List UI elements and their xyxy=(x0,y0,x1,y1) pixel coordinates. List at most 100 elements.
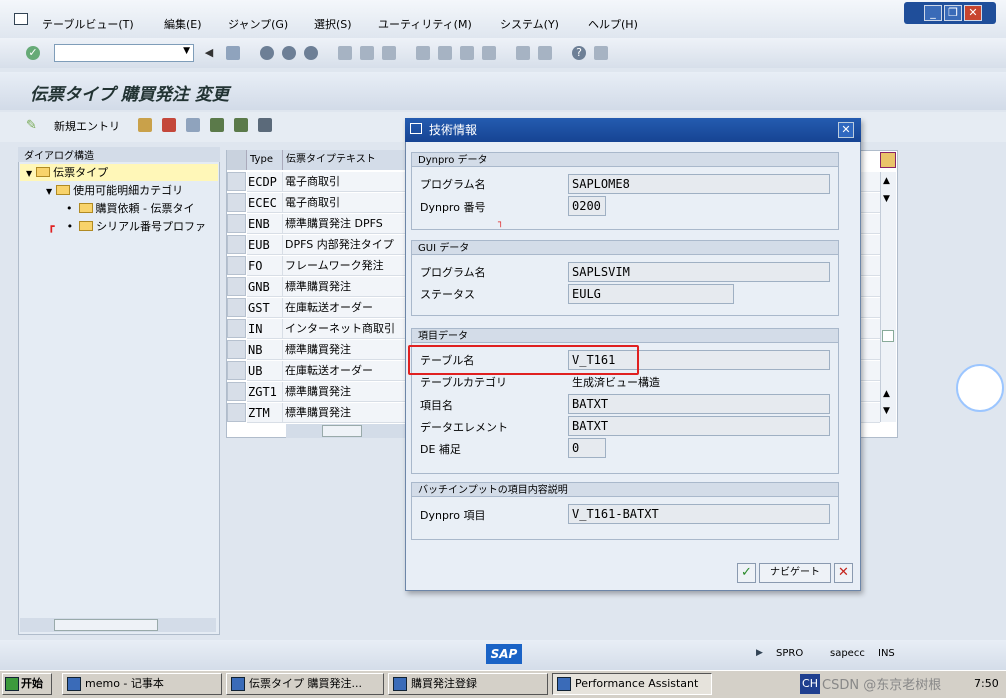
cell-text[interactable]: 電子商取引 xyxy=(283,193,405,213)
cell-type[interactable]: EUB xyxy=(247,235,283,255)
data-element-field[interactable]: BATXT xyxy=(568,416,830,436)
chevron-down-icon[interactable]: ▼ xyxy=(183,46,190,56)
table-vscrollbar[interactable] xyxy=(880,172,896,422)
tree-scroll-thumb[interactable] xyxy=(54,619,158,631)
cell-extra[interactable] xyxy=(860,298,880,318)
cell-text[interactable]: 標準購買発注 xyxy=(283,277,405,297)
command-field[interactable]: ▼ xyxy=(54,44,194,62)
layout-icon[interactable] xyxy=(594,46,608,60)
cancel-icon[interactable] xyxy=(304,46,318,60)
scroll-thumb[interactable] xyxy=(882,330,894,342)
enter-icon[interactable]: ✓ xyxy=(26,46,40,60)
row-selector[interactable] xyxy=(227,340,246,359)
confirm-button[interactable]: ✓ xyxy=(737,563,756,583)
collapse-icon[interactable]: ◀ xyxy=(202,46,216,60)
cell-extra[interactable] xyxy=(860,361,880,381)
gui-status-field[interactable]: EULG xyxy=(568,284,734,304)
menu-system[interactable]: システム(Y) xyxy=(500,16,559,32)
cell-extra[interactable] xyxy=(860,235,880,255)
row-selector[interactable] xyxy=(227,256,246,275)
cell-type[interactable]: IN xyxy=(247,319,283,339)
row-selector[interactable] xyxy=(227,235,246,254)
row-selector[interactable] xyxy=(227,277,246,296)
table-hscroll-thumb[interactable] xyxy=(322,425,362,437)
cancel-button[interactable]: ✕ xyxy=(834,563,853,583)
dynpro-program-field[interactable]: SAPLOME8 xyxy=(568,174,830,194)
row-selector[interactable] xyxy=(227,214,246,233)
gui-program-field[interactable]: SAPLSVIM xyxy=(568,262,830,282)
cell-text[interactable]: インターネット商取引 xyxy=(283,319,405,339)
de-supplement-field[interactable]: 0 xyxy=(568,438,606,458)
cell-text[interactable]: DPFS 内部発注タイプ xyxy=(283,235,405,255)
select-block-icon[interactable] xyxy=(234,118,248,132)
cell-extra[interactable] xyxy=(860,256,880,276)
first-page-icon[interactable] xyxy=(416,46,430,60)
task-sap-po-create[interactable]: 購買発注登録 xyxy=(388,673,548,695)
column-header-type[interactable]: Type xyxy=(247,150,283,170)
cell-extra[interactable] xyxy=(860,340,880,360)
task-performance-assistant[interactable]: Performance Assistant xyxy=(552,673,712,695)
cell-type[interactable]: UB xyxy=(247,361,283,381)
task-sap-doc-type[interactable]: 伝票タイプ 購買発注... xyxy=(226,673,384,695)
row-selector[interactable] xyxy=(227,361,246,380)
tree-node-purchase-requisition[interactable]: • 購買依頼 - 伝票タイ xyxy=(20,200,194,217)
scroll-down-icon[interactable]: ▼ xyxy=(883,194,890,204)
dynpro-field-value[interactable]: V_T161-BATXT xyxy=(568,504,830,524)
language-indicator[interactable]: CH xyxy=(800,674,820,694)
cell-type[interactable]: GNB xyxy=(247,277,283,297)
next-page-icon[interactable] xyxy=(460,46,474,60)
cell-type[interactable]: NB xyxy=(247,340,283,360)
cell-extra[interactable] xyxy=(860,193,880,213)
minimize-button[interactable]: _ xyxy=(924,5,942,21)
delete-icon[interactable] xyxy=(162,118,176,132)
row-selector[interactable] xyxy=(227,403,246,422)
menu-table-view[interactable]: テーブルビュー(T) xyxy=(42,16,134,32)
scroll-up-icon[interactable]: ▲ xyxy=(883,176,890,186)
cell-text[interactable]: 標準購買発注 xyxy=(283,403,405,423)
row-selector[interactable] xyxy=(227,172,246,191)
menu-goto[interactable]: ジャンプ(G) xyxy=(228,16,288,32)
scroll-down-icon[interactable]: ▼ xyxy=(883,406,890,416)
tree-node-item-category[interactable]: ▼ 使用可能明細カテゴリ xyxy=(20,182,183,199)
cell-extra[interactable] xyxy=(860,382,880,402)
cell-extra[interactable] xyxy=(860,277,880,297)
cell-type[interactable]: ECDP xyxy=(247,172,283,192)
column-header-text[interactable]: 伝票タイプテキスト xyxy=(283,150,407,170)
cell-type[interactable]: ECEC xyxy=(247,193,283,213)
tree-node-serial-number[interactable]: ┏ • シリアル番号プロファ xyxy=(20,218,206,235)
cell-extra[interactable] xyxy=(860,214,880,234)
assistant-avatar[interactable] xyxy=(956,364,1004,412)
menu-selection[interactable]: 選択(S) xyxy=(314,16,352,32)
start-button[interactable]: 开始 xyxy=(2,673,52,695)
copy-as-icon[interactable] xyxy=(138,118,152,132)
new-session-icon[interactable] xyxy=(516,46,530,60)
task-notepad[interactable]: memo - 记事本 xyxy=(62,673,222,695)
cell-text[interactable]: 電子商取引 xyxy=(283,172,405,192)
row-selector[interactable] xyxy=(227,319,246,338)
back-icon[interactable] xyxy=(260,46,274,60)
field-name-field[interactable]: BATXT xyxy=(568,394,830,414)
cell-type[interactable]: FO xyxy=(247,256,283,276)
cell-text[interactable]: 標準購買発注 xyxy=(283,382,405,402)
cell-type[interactable]: ZTM xyxy=(247,403,283,423)
cell-text[interactable]: 在庫転送オーダー xyxy=(283,361,405,381)
table-settings-icon[interactable] xyxy=(880,152,896,168)
row-selector[interactable] xyxy=(227,382,246,401)
scroll-up-icon[interactable]: ▲ xyxy=(883,389,890,399)
menu-edit[interactable]: 編集(E) xyxy=(164,16,202,32)
cell-text[interactable]: 在庫転送オーダー xyxy=(283,298,405,318)
deselect-all-icon[interactable] xyxy=(258,118,272,132)
status-insert-mode[interactable]: INS xyxy=(878,648,895,659)
cell-text[interactable]: 標準購買発注 DPFS xyxy=(283,214,405,234)
print-icon[interactable] xyxy=(338,46,352,60)
save-icon[interactable] xyxy=(226,46,240,60)
row-selector[interactable] xyxy=(227,298,246,317)
navigate-button[interactable]: ナビゲート xyxy=(759,563,831,583)
select-all-icon[interactable] xyxy=(210,118,224,132)
status-expand-icon[interactable]: ▶ xyxy=(756,648,763,658)
close-button[interactable]: ✕ xyxy=(964,5,982,21)
cell-type[interactable]: GST xyxy=(247,298,283,318)
undo-icon[interactable] xyxy=(186,118,200,132)
cell-text[interactable]: 標準購買発注 xyxy=(283,340,405,360)
dynpro-number-field[interactable]: 0200 xyxy=(568,196,606,216)
